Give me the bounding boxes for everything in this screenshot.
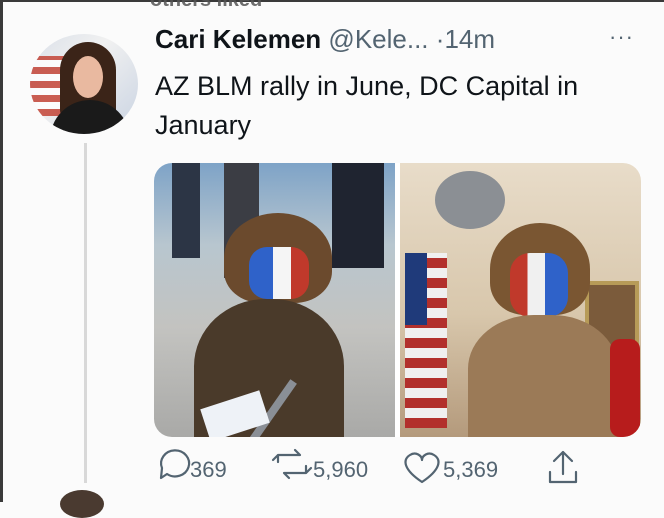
painted-face xyxy=(510,253,568,317)
avatar[interactable] xyxy=(30,34,138,134)
red-hat-person xyxy=(610,339,640,437)
photo-left[interactable] xyxy=(154,163,395,437)
tweet-text: AZ BLM rally in June, DC Capital in Janu… xyxy=(155,71,579,140)
social-context-text: others liked xyxy=(150,0,263,11)
next-avatar-partial[interactable] xyxy=(60,490,104,518)
author-name[interactable]: Cari Kelemen xyxy=(155,24,321,54)
flag-canton xyxy=(405,253,427,325)
background-figure xyxy=(332,163,384,268)
retweet-count: 5,960 xyxy=(313,457,369,482)
tweet-header: Cari Kelemen @Kele... ·14m xyxy=(155,24,495,55)
photo-right[interactable] xyxy=(400,163,641,437)
background-figure xyxy=(172,163,200,258)
reply-count: 369 xyxy=(190,457,227,482)
painted-face xyxy=(249,247,309,299)
like-count: 5,369 xyxy=(443,457,499,482)
timestamp[interactable]: 14m xyxy=(444,24,495,54)
avatar-face xyxy=(73,56,103,98)
thread-line xyxy=(84,143,87,483)
chandelier xyxy=(435,171,505,229)
media-grid[interactable] xyxy=(154,163,641,437)
author-handle[interactable]: @Kele... xyxy=(328,24,428,54)
bare-torso xyxy=(468,315,618,437)
ellipsis-icon[interactable]: ··· xyxy=(609,24,634,50)
